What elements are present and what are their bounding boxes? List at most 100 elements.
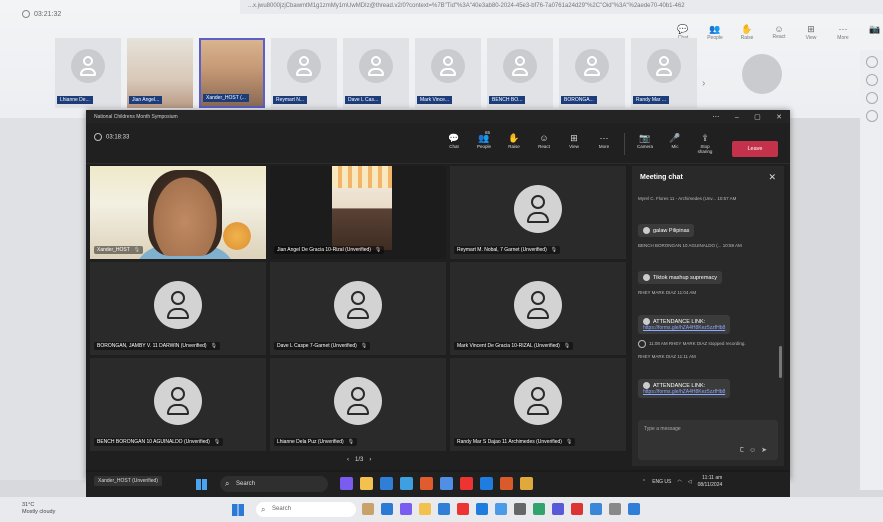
outer-tool-raise-hand[interactable]: ✋ Raise — [736, 24, 758, 41]
mic-off-icon: 🎙 — [563, 343, 571, 349]
avatar — [154, 376, 202, 425]
minimize-icon[interactable]: – — [735, 114, 739, 121]
participant-tile[interactable]: Lhianne Dela Puz (Unverified) 🎙 — [270, 358, 446, 451]
app-icon[interactable] — [552, 503, 564, 515]
edge-icon[interactable] — [380, 477, 393, 490]
outer-tool-view[interactable]: ⊞ View — [800, 24, 822, 41]
participant-tile[interactable]: BENCH BORONGAN 10 AGUINALDO (Unverified)… — [90, 358, 266, 451]
strip-participant-tile[interactable]: Reymart N... — [271, 38, 337, 108]
tool-people[interactable]: 👥 People 65 — [472, 130, 496, 155]
address-bar[interactable]: ...x.jwu8000jzjCbawmtM1g1zmMy1mUwMDIz@th… — [240, 0, 883, 14]
participant-tile[interactable]: Xander_HOST 🎙 — [90, 166, 266, 259]
weather-widget[interactable]: 31°C Mostly cloudy — [22, 502, 55, 516]
app-icon[interactable] — [457, 503, 469, 515]
app-icon[interactable] — [520, 477, 533, 490]
strip-participant-tile[interactable]: Dave L Cas... — [343, 38, 409, 108]
chevron-right-icon[interactable]: › — [369, 457, 371, 463]
strip-participant-tile[interactable]: Randy Mar ... — [631, 38, 697, 108]
outer-tool-camera[interactable]: 📷 — [864, 24, 883, 41]
outer-tool-people[interactable]: 👥 People — [704, 24, 726, 41]
firefox-icon[interactable] — [420, 477, 433, 490]
participant-tile[interactable]: Randy Mar S Dajao 11 Archimedes (Unverif… — [450, 358, 626, 451]
folder-icon[interactable] — [419, 503, 431, 515]
tool-share[interactable]: ⇪ Stop sharing — [693, 133, 717, 155]
app-icon[interactable] — [500, 477, 513, 490]
attendance-link[interactable]: https://forms.gle/hZA4H8Kez5zzfHb8 — [643, 389, 725, 395]
shield-icon — [22, 10, 30, 18]
strip-participant-tile[interactable]: Jian Angel... — [127, 38, 193, 108]
windows-start-icon[interactable] — [232, 504, 244, 516]
app-icon[interactable] — [533, 503, 545, 515]
more-icon[interactable]: ⋯ — [712, 114, 719, 121]
close-icon[interactable]: ✕ — [768, 172, 776, 183]
avatar — [647, 49, 681, 83]
outer-meeting-timer: 03:21:32 — [22, 10, 61, 18]
message-text: Tiktok mashup supremacy — [653, 275, 717, 282]
chevron-left-icon[interactable]: ‹ — [347, 457, 349, 463]
more-icon: ⋯ — [838, 24, 848, 34]
outer-tool-more[interactable]: ⋯ More — [832, 24, 854, 41]
taskbar-search[interactable]: Search — [220, 476, 328, 492]
participant-tile[interactable]: Mark Vincent De Gracia 10-RIZAL (Unverif… — [450, 262, 626, 355]
tool-view[interactable]: ⊞ View — [562, 133, 586, 155]
app-icon[interactable] — [590, 503, 602, 515]
tool-mic[interactable]: 🎤 Mic — [663, 133, 687, 155]
tool-chat[interactable]: 💬 Chat — [442, 133, 466, 155]
participant-tile[interactable]: Jian Angel De Gracia 10-Rizal (Unverifie… — [270, 166, 446, 259]
chevron-right-icon[interactable]: › — [702, 78, 705, 89]
maximize-icon[interactable]: ▢ — [754, 114, 761, 121]
app-icon[interactable] — [609, 503, 621, 515]
strip-participant-tile[interactable]: BENCH BO... — [487, 38, 553, 108]
participant-tile[interactable]: Dave L Caspe 7-Garnet (Unverified) 🎙 — [270, 262, 446, 355]
chat-scrollbar[interactable] — [779, 346, 782, 378]
compose-box[interactable]: Type a message Ꞇ☺➤ — [638, 420, 778, 460]
attendance-link[interactable]: https://forms.gle/hZA4H8Kez5zzfHb8 — [643, 325, 725, 331]
chrome-icon[interactable] — [476, 503, 488, 515]
volume-icon[interactable]: ◁ — [688, 479, 692, 485]
teams-meeting-window: National Childrens Month Symposium ⋯ – ▢… — [86, 110, 790, 480]
app-icon[interactable] — [495, 503, 507, 515]
app-icon[interactable] — [460, 477, 473, 490]
participant-tile[interactable]: BORONGAN, JAMBY V. 11 DARWIN (Unverified… — [90, 262, 266, 355]
leave-button[interactable]: Leave — [732, 141, 778, 157]
language-indicator[interactable]: ENG US — [652, 479, 671, 485]
app-icon[interactable] — [362, 503, 374, 515]
tool-react[interactable]: ☺ React — [532, 133, 556, 155]
strip-participant-tile[interactable]: BORONGA... — [559, 38, 625, 108]
teams-icon[interactable] — [340, 477, 353, 490]
circle-icon — [865, 110, 878, 122]
outer-tool-react[interactable]: ☺ React — [768, 24, 790, 41]
close-icon[interactable]: ✕ — [776, 114, 782, 121]
store-icon[interactable] — [400, 477, 413, 490]
strip-participant-tile[interactable]: Mark Vince... — [415, 38, 481, 108]
format-icon[interactable]: Ꞇ — [740, 447, 749, 454]
chrome-icon[interactable] — [480, 477, 493, 490]
participant-name-text: BORONGAN, JAMBY V. 11 DARWIN (Unverified… — [97, 343, 207, 349]
wifi-icon[interactable]: ◠ — [677, 479, 681, 485]
tool-camera[interactable]: 📷 Camera — [633, 133, 657, 155]
chevron-up-icon[interactable]: ⌃ — [642, 479, 646, 485]
window-titlebar: National Childrens Month Symposium ⋯ – ▢… — [86, 110, 790, 123]
app-icon[interactable] — [514, 503, 526, 515]
edge-icon[interactable] — [438, 503, 450, 515]
teams-icon[interactable] — [400, 503, 412, 515]
folder-icon[interactable] — [360, 477, 373, 490]
tool-more[interactable]: ⋯ More — [592, 133, 616, 155]
taskbar-search[interactable]: Search — [256, 502, 356, 517]
avatar — [71, 49, 105, 83]
avatar — [514, 184, 562, 233]
tool-raise-hand[interactable]: ✋ Raise — [502, 133, 526, 155]
circle-icon — [865, 56, 878, 68]
strip-participant-tile[interactable]: Lhianne De... — [55, 38, 121, 108]
clock[interactable]: 11:11 am 08/11/2024 — [698, 475, 723, 489]
send-icon[interactable]: ➤ — [761, 447, 772, 454]
app-icon[interactable] — [440, 477, 453, 490]
app-icon[interactable] — [628, 503, 640, 515]
emoji-icon[interactable]: ☺ — [749, 447, 761, 454]
app-icon[interactable] — [381, 503, 393, 515]
windows-start-icon[interactable] — [196, 479, 207, 490]
participant-tile[interactable]: Reymart M. Nobal, 7 Garnet (Unverified) 🎙 — [450, 166, 626, 259]
app-icon[interactable] — [571, 503, 583, 515]
participant-name-text: Jian Angel De Gracia 10-Rizal (Unverifie… — [277, 247, 371, 253]
strip-participant-tile[interactable]: Xander_HOST (... — [199, 38, 265, 108]
